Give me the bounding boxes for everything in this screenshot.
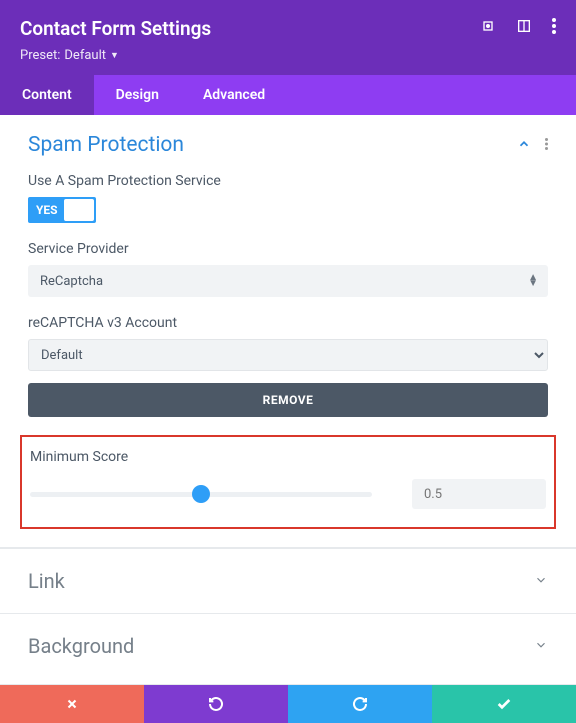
spam-section-head: Spam Protection [0, 115, 576, 165]
account-select[interactable]: Default [28, 339, 548, 371]
footer-bar [0, 685, 576, 723]
link-section[interactable]: Link [0, 548, 576, 613]
close-button[interactable] [0, 685, 144, 723]
tab-content[interactable]: Content [0, 75, 94, 115]
responsive-icon[interactable] [480, 18, 496, 38]
slider-thumb[interactable] [192, 485, 210, 503]
tab-bar: Content Design Advanced [0, 75, 576, 115]
page-title: Contact Form Settings [20, 17, 211, 40]
save-button[interactable] [432, 685, 576, 723]
preset-selector[interactable]: Preset: Default ▼ [20, 42, 556, 75]
background-title: Background [28, 634, 134, 658]
min-score-input[interactable] [412, 479, 546, 509]
section-more-icon[interactable] [545, 136, 548, 155]
redo-icon [352, 696, 368, 712]
undo-button[interactable] [144, 685, 288, 723]
toggle-knob [64, 199, 94, 221]
preset-label: Preset: [20, 48, 60, 63]
caret-down-icon: ▼ [110, 50, 119, 61]
min-score-highlight: Minimum Score [20, 435, 556, 529]
use-service-label: Use A Spam Protection Service [28, 173, 548, 189]
redo-button[interactable] [288, 685, 432, 723]
tab-advanced[interactable]: Advanced [181, 75, 287, 115]
link-title: Link [28, 569, 65, 593]
background-section[interactable]: Background [0, 613, 576, 678]
provider-select[interactable] [28, 265, 548, 297]
chevron-down-icon [534, 572, 548, 591]
spam-section-title: Spam Protection [28, 133, 184, 157]
provider-label: Service Provider [28, 241, 548, 257]
close-icon [66, 698, 78, 710]
use-service-toggle[interactable]: YES [28, 197, 96, 223]
min-score-label: Minimum Score [30, 449, 546, 465]
chevron-down-icon [534, 637, 548, 656]
min-score-slider[interactable] [30, 492, 372, 497]
check-icon [496, 696, 512, 712]
collapse-icon[interactable] [517, 136, 531, 155]
remove-button[interactable]: REMOVE [28, 383, 548, 417]
toggle-on-text: YES [28, 203, 58, 217]
account-label: reCAPTCHA v3 Account [28, 315, 548, 331]
tab-design[interactable]: Design [94, 75, 181, 115]
settings-header: Contact Form Settings Preset: Default ▼ [0, 0, 576, 75]
preset-value: Default [64, 48, 106, 63]
hover-icon[interactable] [516, 18, 532, 38]
undo-icon [208, 696, 224, 712]
content-panel: Spam Protection Use A Spam Protection Se… [0, 115, 576, 685]
more-menu-icon[interactable] [552, 18, 556, 38]
